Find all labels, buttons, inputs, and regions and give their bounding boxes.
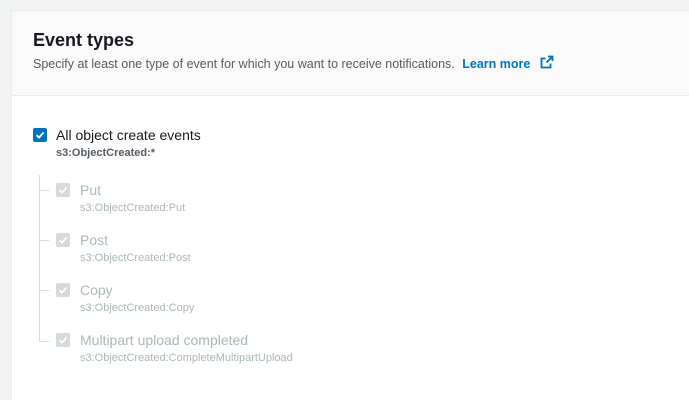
option-label: Multipart upload completed <box>80 332 249 348</box>
checkmark-icon <box>58 286 68 294</box>
checkmark-icon <box>58 186 68 194</box>
checkmark-icon <box>58 336 68 344</box>
option-event-name: s3:ObjectCreated:CompleteMultipartUpload <box>80 352 293 364</box>
checkmark-icon <box>35 131 45 139</box>
option-label: All object create events <box>56 127 201 143</box>
panel-header: Event types Specify at least one type of… <box>12 11 689 96</box>
tree-branch-put <box>39 190 49 191</box>
option-label: Post <box>80 232 109 248</box>
option-event-name: s3:ObjectCreated:Put <box>80 202 186 214</box>
checkbox-all-object-create[interactable] <box>33 128 47 142</box>
external-link-icon[interactable] <box>540 55 554 72</box>
learn-more-link[interactable]: Learn more <box>462 57 530 71</box>
tree-branch-copy <box>39 290 49 291</box>
checkbox-put[interactable] <box>56 183 70 197</box>
option-label: Copy <box>80 282 113 298</box>
tree-branch-multipart <box>39 341 49 342</box>
checkbox-copy[interactable] <box>56 283 70 297</box>
option-label: Put <box>80 182 102 198</box>
description-text: Specify at least one type of event for w… <box>33 57 455 71</box>
checkbox-multipart-upload[interactable] <box>56 333 70 347</box>
section-title: Event types <box>33 30 135 50</box>
tree-branch-post <box>39 240 49 241</box>
option-event-name: s3:ObjectCreated:* <box>56 147 156 159</box>
checkbox-post[interactable] <box>56 233 70 247</box>
section-description: Specify at least one type of event for w… <box>33 55 554 72</box>
option-event-name: s3:ObjectCreated:Post <box>80 252 191 264</box>
tree-vertical-line <box>39 175 40 342</box>
checkmark-icon <box>58 236 68 244</box>
option-event-name: s3:ObjectCreated:Copy <box>80 302 195 314</box>
event-types-panel: Event types Specify at least one type of… <box>11 10 689 400</box>
